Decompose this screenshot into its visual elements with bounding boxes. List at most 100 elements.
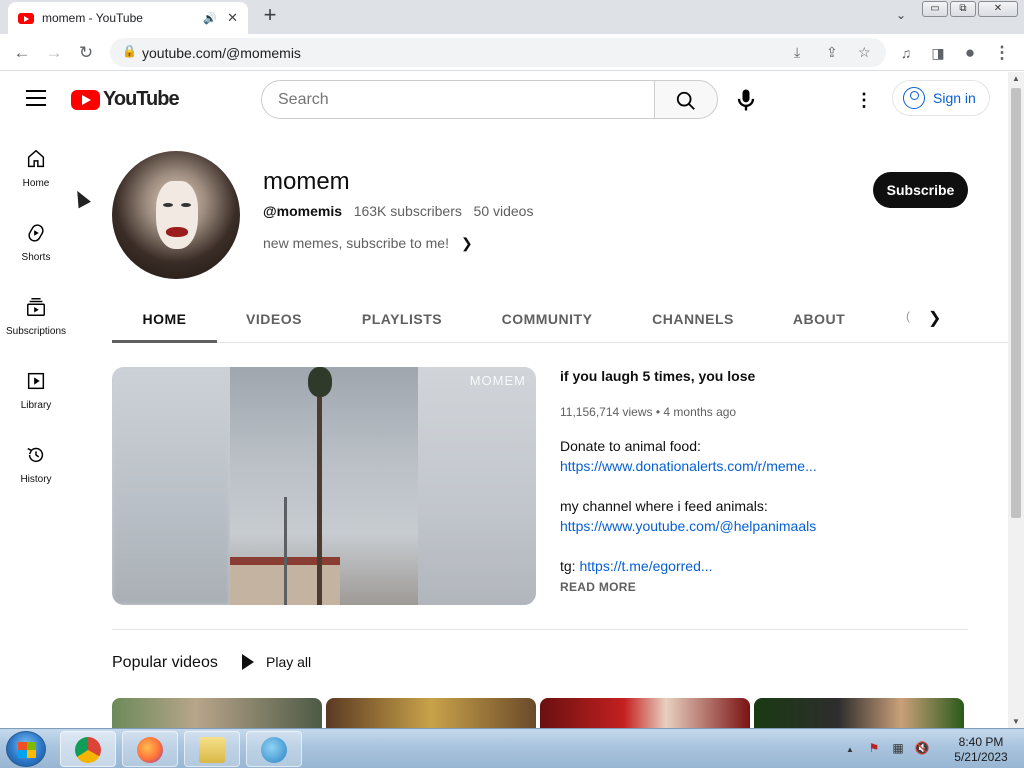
play-icon — [242, 654, 254, 670]
desc-line: Donate to animal food: — [560, 438, 701, 454]
telegram-link[interactable]: https://t.me/egorred... — [579, 558, 712, 574]
system-clock[interactable]: 8:40 PM 5/21/2023 — [946, 735, 1016, 765]
sidebar-item-label: History — [20, 474, 52, 485]
search-button[interactable] — [654, 80, 718, 119]
new-tab-button[interactable]: + — [258, 4, 282, 28]
scrollbar-thumb[interactable] — [1011, 88, 1021, 518]
action-center-icon[interactable]: ⚑ — [866, 741, 882, 757]
tab-community[interactable]: COMMUNITY — [492, 296, 602, 342]
firefox-icon — [137, 737, 163, 763]
address-bar[interactable]: 🔒 youtube.com/@momemis ⤓ ⇪ ☆ — [110, 38, 886, 67]
section-divider — [112, 629, 968, 630]
home-icon — [27, 149, 45, 168]
settings-kebab-icon[interactable]: ⋮ — [854, 88, 874, 112]
sidebar-item-history[interactable]: History — [0, 424, 72, 498]
channel-link[interactable]: https://www.youtube.com/@helpanimaals — [560, 518, 816, 534]
youtube-logo[interactable]: YouTube — [71, 88, 180, 111]
sidebar-item-subscriptions[interactable]: Subscriptions — [0, 276, 72, 350]
start-button[interactable] — [6, 731, 46, 767]
forward-arrow-icon[interactable]: → — [42, 41, 66, 65]
video-thumbnail[interactable] — [754, 698, 964, 728]
tab-search-chevron-icon[interactable]: ⌄ — [896, 8, 906, 22]
taskbar-chrome[interactable] — [60, 731, 116, 767]
taskbar-app[interactable] — [246, 731, 302, 767]
show-hidden-icons-icon[interactable]: ▲ — [846, 745, 854, 754]
microphone-icon[interactable] — [732, 86, 760, 114]
sidebar-item-label: Shorts — [21, 252, 51, 263]
tab-about[interactable]: ABOUT — [782, 296, 856, 342]
reload-icon[interactable]: ↻ — [74, 41, 98, 65]
system-tray: ▲ ⚑ ▦ 🔇 8:40 PM 5/21/2023 — [840, 731, 1024, 767]
youtube-play-icon — [71, 89, 100, 110]
install-app-icon[interactable]: ⤓ — [794, 44, 800, 61]
tab-playlists[interactable]: PLAYLISTS — [352, 296, 452, 342]
video-thumbnail[interactable] — [326, 698, 536, 728]
scroll-up-arrow-icon[interactable]: ▲ — [1012, 74, 1020, 83]
featured-video-player[interactable]: MOMEM — [112, 367, 536, 605]
network-icon[interactable]: ▦ — [890, 741, 906, 757]
channel-description[interactable]: new memes, subscribe to me! ❯ — [263, 235, 473, 252]
featured-video-meta: 11,156,714 views • 4 months ago — [560, 405, 737, 419]
dolphin-icon — [261, 737, 287, 763]
minimize-button[interactable]: ▭ — [922, 1, 948, 17]
channel-avatar[interactable] — [112, 151, 240, 279]
play-all-button[interactable]: Play all — [242, 654, 311, 670]
audio-playing-icon[interactable]: 🔊 — [203, 12, 217, 25]
bookmark-star-icon[interactable]: ☆ — [858, 44, 871, 61]
video-count: 50 videos — [473, 203, 534, 219]
upload-age: 4 months ago — [663, 405, 737, 419]
tab-search-partial: ( — [906, 309, 910, 323]
channel-handle: @momemis — [263, 203, 343, 219]
read-more-button[interactable]: READ MORE — [560, 580, 636, 594]
subscriptions-icon — [27, 298, 45, 316]
page-scrollbar[interactable]: ▲ ▼ — [1008, 72, 1024, 728]
view-count: 11,156,714 views — [560, 405, 653, 419]
tab-channels[interactable]: CHANNELS — [642, 296, 744, 342]
chevron-right-icon: ❯ — [460, 235, 473, 251]
sidebar-item-shorts[interactable]: Shorts — [0, 202, 72, 276]
taskbar-firefox[interactable] — [122, 731, 178, 767]
mouse-cursor — [71, 187, 91, 209]
tab-home[interactable]: HOME — [112, 296, 217, 343]
video-thumbnail[interactable] — [112, 698, 322, 728]
taskbar-explorer[interactable] — [184, 731, 240, 767]
maximize-button[interactable]: ⧉ — [950, 1, 976, 17]
windows-logo-icon — [18, 742, 36, 758]
shorts-icon — [28, 224, 44, 242]
subscribe-button[interactable]: Subscribe — [873, 172, 968, 208]
channel-meta: @momemis 163K subscribers 50 videos — [263, 203, 533, 219]
featured-video-title[interactable]: if you laugh 5 times, you lose — [560, 368, 755, 384]
back-arrow-icon[interactable]: ← — [10, 41, 34, 65]
video-thumbnail[interactable] — [540, 698, 750, 728]
browser-menu-icon[interactable]: ⋮ — [990, 41, 1014, 65]
history-icon — [27, 447, 44, 463]
profile-icon[interactable]: ● — [958, 41, 982, 65]
close-window-button[interactable]: ✕ — [978, 1, 1018, 17]
sidebar-item-label: Home — [22, 178, 50, 189]
library-icon — [27, 372, 45, 390]
browser-tab[interactable]: momem - YouTube 🔊 ✕ — [8, 2, 248, 34]
share-icon[interactable]: ⇪ — [826, 44, 838, 61]
popular-videos-heading: Popular videos — [112, 654, 218, 671]
sidebar-item-library[interactable]: Library — [0, 350, 72, 424]
search-icon — [676, 91, 695, 110]
tabs-next-chevron-icon[interactable]: ❯ — [928, 308, 941, 328]
sidebar-item-label: Library — [20, 400, 52, 411]
lock-icon[interactable]: 🔒 — [122, 44, 137, 58]
tab-videos[interactable]: VIDEOS — [234, 296, 314, 342]
media-controls-icon[interactable]: ♫ — [894, 41, 918, 65]
side-panel-icon[interactable]: ◨ — [926, 41, 950, 65]
sign-in-button[interactable]: Sign in — [892, 80, 990, 116]
desc-line-tg: tg: https://t.me/egorred... — [560, 558, 713, 574]
search-input[interactable] — [261, 80, 655, 119]
youtube-favicon-icon — [18, 12, 34, 24]
tab-close-icon[interactable]: ✕ — [227, 10, 238, 26]
url-text[interactable]: youtube.com/@momemis — [142, 45, 301, 61]
sidebar-item-home[interactable]: Home — [0, 128, 72, 202]
menu-icon[interactable] — [26, 90, 46, 106]
channel-tabs: HOME VIDEOS PLAYLISTS COMMUNITY CHANNELS… — [112, 296, 1008, 343]
folder-icon — [199, 737, 225, 763]
volume-muted-icon[interactable]: 🔇 — [914, 741, 930, 757]
donation-link[interactable]: https://www.donationalerts.com/r/meme... — [560, 458, 817, 474]
scroll-down-arrow-icon[interactable]: ▼ — [1012, 717, 1020, 726]
